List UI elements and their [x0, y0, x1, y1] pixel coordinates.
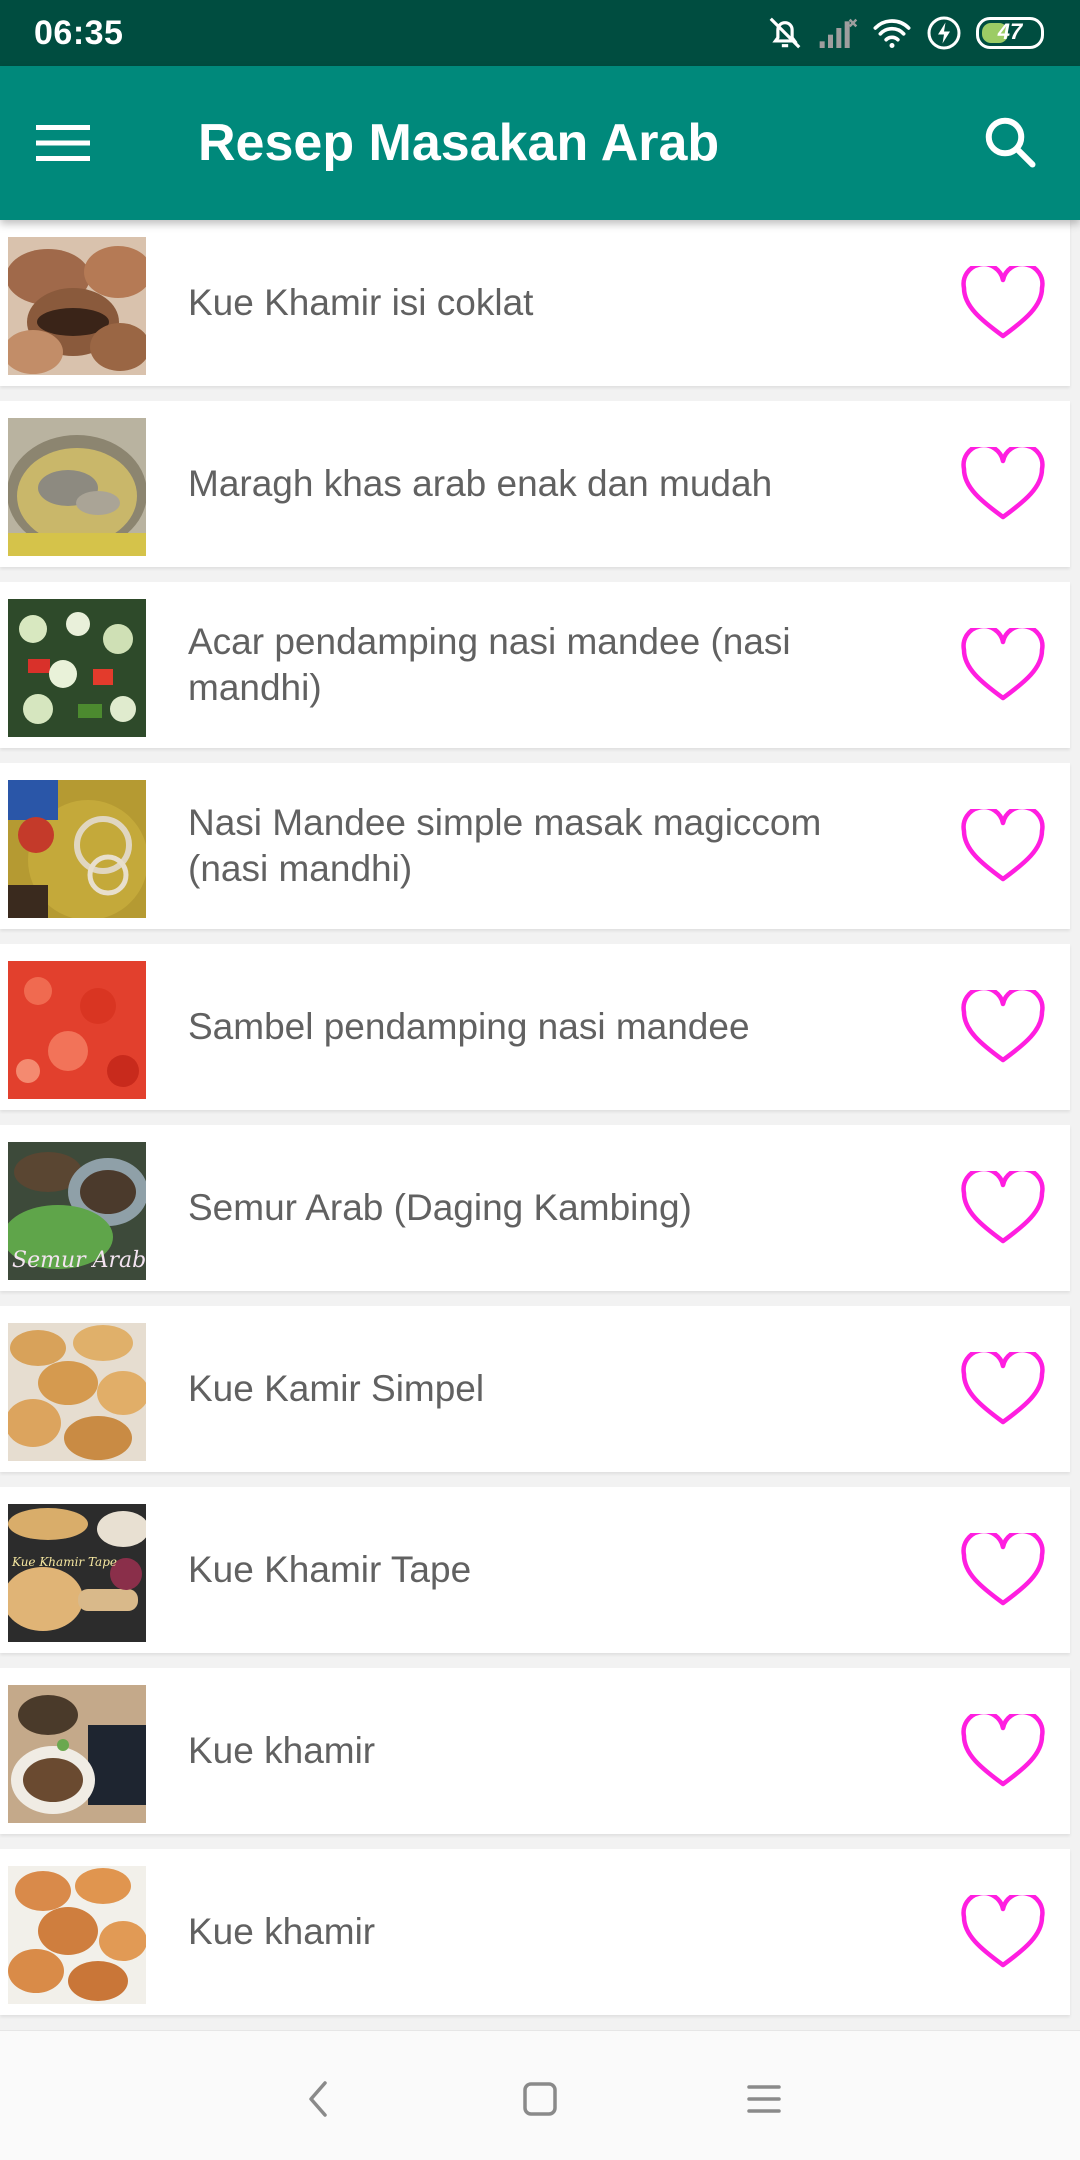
- heart-icon[interactable]: [955, 1165, 1051, 1253]
- recipe-list-item[interactable]: Nasi Mandee simple masak magiccom (nasi …: [0, 763, 1070, 929]
- heart-icon[interactable]: [955, 1346, 1051, 1434]
- wifi-icon: [872, 16, 912, 50]
- recipe-title: Kue Khamir Tape: [188, 1549, 472, 1590]
- recipe-list-item[interactable]: Kue Khamir Tape Kue Khamir Tape: [0, 1487, 1070, 1653]
- system-nav-bar: [0, 2030, 1080, 2160]
- recipe-list-item[interactable]: Sambel pendamping nasi mandee: [0, 944, 1070, 1110]
- heart-icon[interactable]: [955, 1708, 1051, 1796]
- heart-icon[interactable]: [955, 984, 1051, 1072]
- search-icon[interactable]: [980, 112, 1044, 176]
- status-time: 06:35: [34, 14, 124, 52]
- recipe-list-item[interactable]: Kue Kamir Simpel: [0, 1306, 1070, 1472]
- heart-icon[interactable]: [955, 260, 1051, 348]
- recipe-thumbnail: [8, 1323, 146, 1461]
- recipe-title: Maragh khas arab enak dan mudah: [188, 463, 773, 504]
- signal-icon: [818, 16, 858, 50]
- heart-icon[interactable]: [955, 1527, 1051, 1615]
- heart-icon[interactable]: [955, 441, 1051, 529]
- recipe-thumbnail: [8, 237, 146, 375]
- svg-text:Semur Arab: Semur Arab: [12, 1248, 146, 1273]
- recipe-list-item[interactable]: Semur Arab Semur Arab (Daging Kambing): [0, 1125, 1070, 1291]
- heart-icon[interactable]: [955, 1889, 1051, 1977]
- recipe-title: Kue Khamir isi coklat: [188, 282, 534, 323]
- app-bar: Resep Masakan Arab: [0, 66, 1080, 220]
- recipe-thumbnail: [8, 780, 146, 918]
- heart-icon[interactable]: [955, 622, 1051, 710]
- home-icon[interactable]: [510, 2069, 570, 2129]
- recipe-title: Kue khamir: [188, 1730, 376, 1771]
- recipe-title: Kue Kamir Simpel: [188, 1368, 485, 1409]
- recipe-thumbnail: [8, 1866, 146, 2004]
- recipe-title: Sambel pendamping nasi mandee: [188, 1006, 750, 1047]
- recipe-title: Kue khamir: [188, 1911, 376, 1952]
- recipe-list-item[interactable]: Kue khamir: [0, 1668, 1070, 1834]
- recents-icon[interactable]: [734, 2069, 794, 2129]
- recipe-list[interactable]: Kue Khamir isi coklat Maragh khas arab en…: [0, 220, 1080, 2030]
- charging-icon: [926, 15, 962, 51]
- recipe-title: Semur Arab (Daging Kambing): [188, 1187, 692, 1228]
- recipe-thumbnail: [8, 599, 146, 737]
- recipe-thumbnail: [8, 418, 146, 556]
- mute-alarm-icon: [766, 14, 804, 52]
- recipe-list-item[interactable]: Acar pendamping nasi mandee (nasi mandhi…: [0, 582, 1070, 748]
- back-icon[interactable]: [288, 2069, 348, 2129]
- recipe-thumbnail: Kue Khamir Tape: [8, 1504, 146, 1642]
- hamburger-menu-icon[interactable]: [36, 111, 116, 175]
- battery-percent: 47: [997, 19, 1023, 44]
- recipe-list-item[interactable]: Kue Khamir isi coklat: [0, 220, 1070, 386]
- status-bar: 06:35 47: [0, 0, 1080, 66]
- status-icons: 47: [766, 13, 1044, 53]
- recipe-thumbnail: Semur Arab: [8, 1142, 146, 1280]
- svg-text:Kue Khamir Tape: Kue Khamir Tape: [11, 1555, 117, 1569]
- heart-icon[interactable]: [955, 803, 1051, 891]
- battery-icon: 47: [976, 17, 1044, 49]
- recipe-thumbnail: [8, 961, 146, 1099]
- recipe-list-item[interactable]: Maragh khas arab enak dan mudah: [0, 401, 1070, 567]
- recipe-thumbnail: [8, 1685, 146, 1823]
- recipe-title: Acar pendamping nasi mandee (nasi mandhi…: [188, 621, 791, 708]
- recipe-list-item[interactable]: Kue khamir: [0, 1849, 1070, 2015]
- recipe-title: Nasi Mandee simple masak magiccom (nasi …: [188, 802, 822, 889]
- app-title: Resep Masakan Arab: [198, 114, 720, 172]
